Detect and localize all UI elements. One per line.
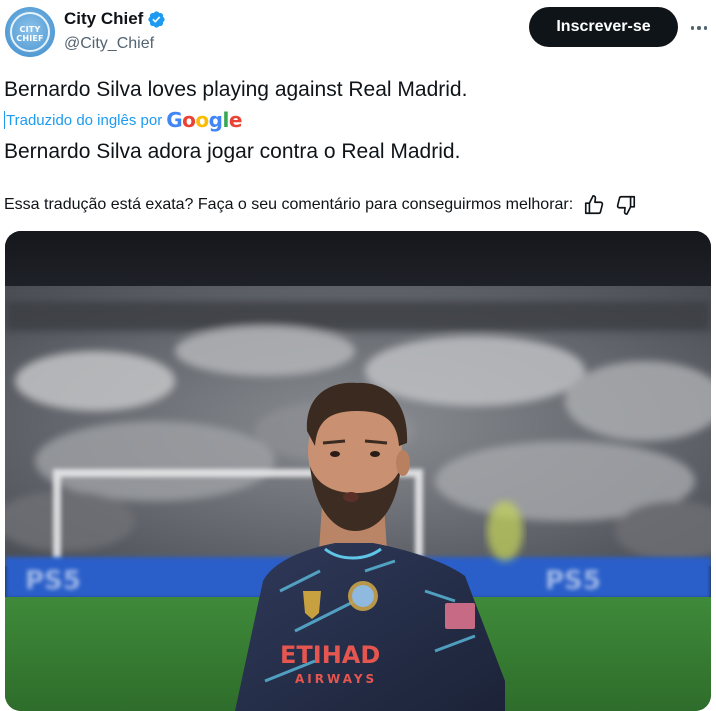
subscribe-button[interactable]: Inscrever-se bbox=[529, 7, 678, 47]
thumbs-up-icon[interactable] bbox=[583, 194, 605, 216]
translated-by-label: Traduzido do inglês por bbox=[6, 111, 163, 129]
background-player bbox=[487, 501, 523, 561]
thumbs-down-icon[interactable] bbox=[615, 194, 637, 216]
more-dot bbox=[690, 26, 695, 30]
google-letter: G bbox=[166, 108, 183, 132]
avatar-logo-text: CITY CHIEF bbox=[16, 25, 44, 43]
avatar[interactable]: CITY CHIEF bbox=[5, 7, 55, 57]
ad-board-text: PS5 bbox=[545, 566, 601, 596]
tweet-header: CITY CHIEF City Chief @City_Chief Inscre… bbox=[0, 0, 716, 70]
text-cursor bbox=[4, 111, 5, 129]
verified-badge-icon[interactable] bbox=[147, 10, 166, 29]
more-dot bbox=[697, 26, 701, 30]
translation-feedback: Essa tradução está exata? Faça o seu com… bbox=[4, 194, 637, 216]
name-row: City Chief bbox=[64, 9, 166, 29]
photo-scene: PS5 PS5 ETIHAD AIRWAYS bbox=[5, 231, 711, 711]
more-options-icon[interactable] bbox=[686, 16, 712, 40]
jersey-sponsor-sub: AIRWAYS bbox=[295, 672, 377, 686]
display-name[interactable]: City Chief bbox=[64, 9, 143, 29]
jersey-sponsor: ETIHAD bbox=[280, 641, 380, 669]
feedback-prompt: Essa tradução está exata? Faça o seu com… bbox=[4, 196, 574, 213]
tweet-original-text: Bernardo Silva loves playing against Rea… bbox=[4, 78, 468, 101]
tweet-photo[interactable]: PS5 PS5 ETIHAD AIRWAYS bbox=[5, 231, 711, 711]
more-dot bbox=[703, 26, 708, 30]
google-letter: o bbox=[182, 108, 196, 132]
google-letter: o bbox=[195, 108, 209, 132]
google-logo: Google bbox=[166, 108, 242, 132]
tweet-translated-text: Bernardo Silva adora jogar contra o Real… bbox=[4, 140, 461, 163]
translated-by-link[interactable]: Traduzido do inglês por Google bbox=[4, 108, 242, 132]
account-handle[interactable]: @City_Chief bbox=[64, 35, 154, 53]
google-letter: g bbox=[208, 108, 223, 132]
ad-board-text: PS5 bbox=[25, 566, 81, 596]
google-letter: e bbox=[228, 108, 243, 132]
